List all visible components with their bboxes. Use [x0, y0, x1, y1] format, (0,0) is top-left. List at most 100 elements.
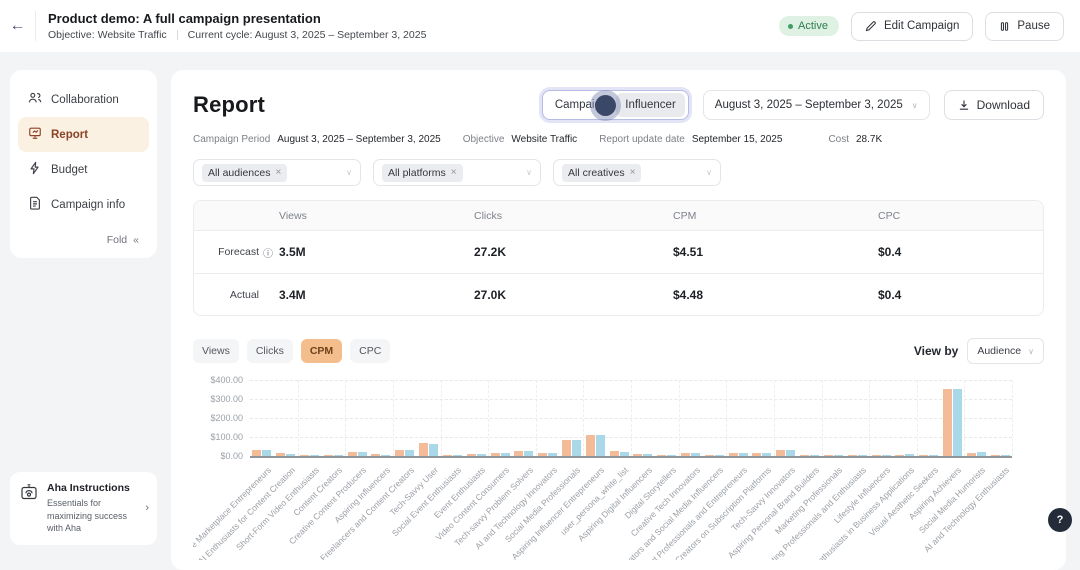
sidebar-item-collaboration[interactable]: Collaboration — [18, 82, 149, 117]
sidebar-item-budget[interactable]: Budget — [18, 152, 149, 187]
sidebar-item-label: Campaign info — [51, 199, 125, 211]
y-axis-label: $100.00 — [193, 432, 243, 442]
metrics-table: Views Clicks CPM CPC Forecast ⓘ 3.5M 27.… — [193, 200, 1044, 316]
forecast-cpm: $4.51 — [673, 245, 878, 259]
aha-card-subtitle: Essentials for maximizing success with A… — [47, 497, 137, 535]
metric-tabs: Views Clicks CPM CPC View by Audience ∨ — [193, 338, 1044, 364]
aha-instructions-card[interactable]: Aha Instructions Essentials for maximizi… — [10, 472, 157, 545]
x-gridline — [917, 380, 918, 456]
sidebar-item-campaign-info[interactable]: Campaign info — [18, 187, 149, 222]
filter-row: All audiences × ∨ All platforms × ∨ All … — [193, 159, 1044, 186]
sidebar-item-report[interactable]: Report — [18, 117, 149, 152]
campaign-title-block: Product demo: A full campaign presentati… — [48, 11, 426, 41]
divider — [177, 30, 178, 40]
table-row-actual: Actual 3.4M 27.0K $4.48 $0.4 — [194, 273, 1043, 315]
back-arrow-icon: ← — [10, 17, 26, 34]
campaign-objective: Objective: Website Traffic — [48, 29, 167, 41]
bar-actual — [429, 444, 438, 456]
fold-icon: « — [133, 234, 139, 246]
actual-cpc: $0.4 — [878, 288, 1043, 302]
cost-value: 28.7K — [856, 134, 882, 145]
bar-forecast — [943, 389, 952, 456]
tab-clicks[interactable]: Clicks — [247, 339, 293, 363]
page-title: Report — [193, 92, 265, 118]
x-gridline — [964, 380, 965, 456]
actual-clicks: 27.0K — [474, 288, 673, 302]
edit-campaign-label: Edit Campaign — [884, 20, 959, 32]
report-update-value: September 15, 2025 — [692, 134, 783, 145]
filter-chip-label: All audiences — [208, 167, 270, 179]
campaign-title: Product demo: A full campaign presentati… — [48, 11, 426, 26]
sidebar-item-label: Collaboration — [51, 94, 119, 106]
y-axis-label: $400.00 — [193, 375, 243, 385]
pause-button[interactable]: Pause — [985, 12, 1064, 41]
view-by-value: Audience — [977, 345, 1021, 357]
document-icon — [28, 196, 42, 213]
actual-cpm: $4.48 — [673, 288, 878, 302]
toggle-influencer[interactable]: Influencer — [616, 93, 685, 117]
chevron-down-icon: ∨ — [1028, 347, 1034, 356]
column-header-cpm: CPM — [673, 210, 878, 222]
x-gridline — [679, 380, 680, 456]
forecast-cpc: $0.4 — [878, 245, 1043, 259]
row-label: Actual — [230, 289, 259, 301]
status-badge: Active — [779, 16, 839, 36]
cpm-bar-chart: $0.00$100.00$200.00$300.00$400.00Creativ… — [193, 370, 1044, 560]
download-button[interactable]: Download — [944, 90, 1044, 120]
chevron-down-icon: ∨ — [912, 101, 918, 110]
lightning-icon — [28, 161, 42, 178]
bar-actual — [596, 435, 605, 456]
tab-cpm[interactable]: CPM — [301, 339, 342, 363]
view-by-label: View by — [914, 344, 958, 358]
fold-label: Fold — [107, 234, 127, 246]
report-meta: Campaign Period August 3, 2025 – Septemb… — [193, 134, 1044, 145]
objective-value: Website Traffic — [511, 134, 577, 145]
top-bar: ← Product demo: A full campaign presenta… — [0, 0, 1080, 52]
x-gridline — [441, 380, 442, 456]
filter-chip: All audiences × — [202, 164, 287, 182]
x-gridline — [822, 380, 823, 456]
question-mark-icon: ? — [1057, 514, 1064, 526]
campaign-cycle: Current cycle: August 3, 2025 – Septembe… — [188, 29, 427, 41]
remove-chip-icon[interactable]: × — [275, 167, 281, 178]
report-panel: Report Campaign Influencer August 3, 202… — [171, 70, 1066, 570]
x-gridline — [536, 380, 537, 456]
status-dot-icon — [788, 24, 793, 29]
pause-icon — [999, 21, 1010, 32]
platform-filter-select[interactable]: All platforms × ∨ — [373, 159, 541, 186]
view-by-select[interactable]: Audience ∨ — [967, 338, 1044, 364]
audience-filter-select[interactable]: All audiences × ∨ — [193, 159, 361, 186]
column-header-views: Views — [279, 210, 474, 222]
tab-cpc[interactable]: CPC — [350, 339, 390, 363]
date-range-select[interactable]: August 3, 2025 – September 3, 2025 ∨ — [703, 90, 930, 120]
bar-actual — [953, 389, 962, 456]
edit-campaign-button[interactable]: Edit Campaign — [851, 12, 973, 41]
chevron-right-icon: › — [145, 502, 149, 514]
y-axis-label: $200.00 — [193, 413, 243, 423]
x-gridline — [488, 380, 489, 456]
filter-chip: All creatives × — [562, 164, 641, 182]
instructions-box-icon — [19, 482, 39, 507]
campaign-period-label: Campaign Period — [193, 134, 270, 145]
campaign-period-value: August 3, 2025 – September 3, 2025 — [277, 134, 440, 145]
bar-actual — [572, 440, 581, 456]
download-icon — [958, 99, 970, 111]
fold-sidebar-button[interactable]: Fold « — [18, 222, 149, 250]
remove-chip-icon[interactable]: × — [451, 167, 457, 178]
table-header-row: Views Clicks CPM CPC — [194, 201, 1043, 231]
chevron-down-icon: ∨ — [706, 168, 712, 177]
x-gridline — [774, 380, 775, 456]
x-axis-line — [250, 456, 1012, 458]
creative-filter-select[interactable]: All creatives × ∨ — [553, 159, 721, 186]
help-button[interactable]: ? — [1048, 508, 1072, 532]
back-button[interactable]: ← — [0, 17, 35, 35]
sidebar: Collaboration Report Budget Campaign inf… — [10, 70, 157, 258]
chevron-down-icon: ∨ — [526, 168, 532, 177]
aha-card-title: Aha Instructions — [47, 482, 137, 494]
toggle-campaign[interactable]: Campaign — [546, 93, 616, 117]
remove-chip-icon[interactable]: × — [630, 167, 636, 178]
view-toggle: Campaign Influencer — [542, 90, 689, 120]
people-icon — [28, 91, 42, 108]
info-icon[interactable]: ⓘ — [263, 245, 273, 260]
tab-views[interactable]: Views — [193, 339, 239, 363]
